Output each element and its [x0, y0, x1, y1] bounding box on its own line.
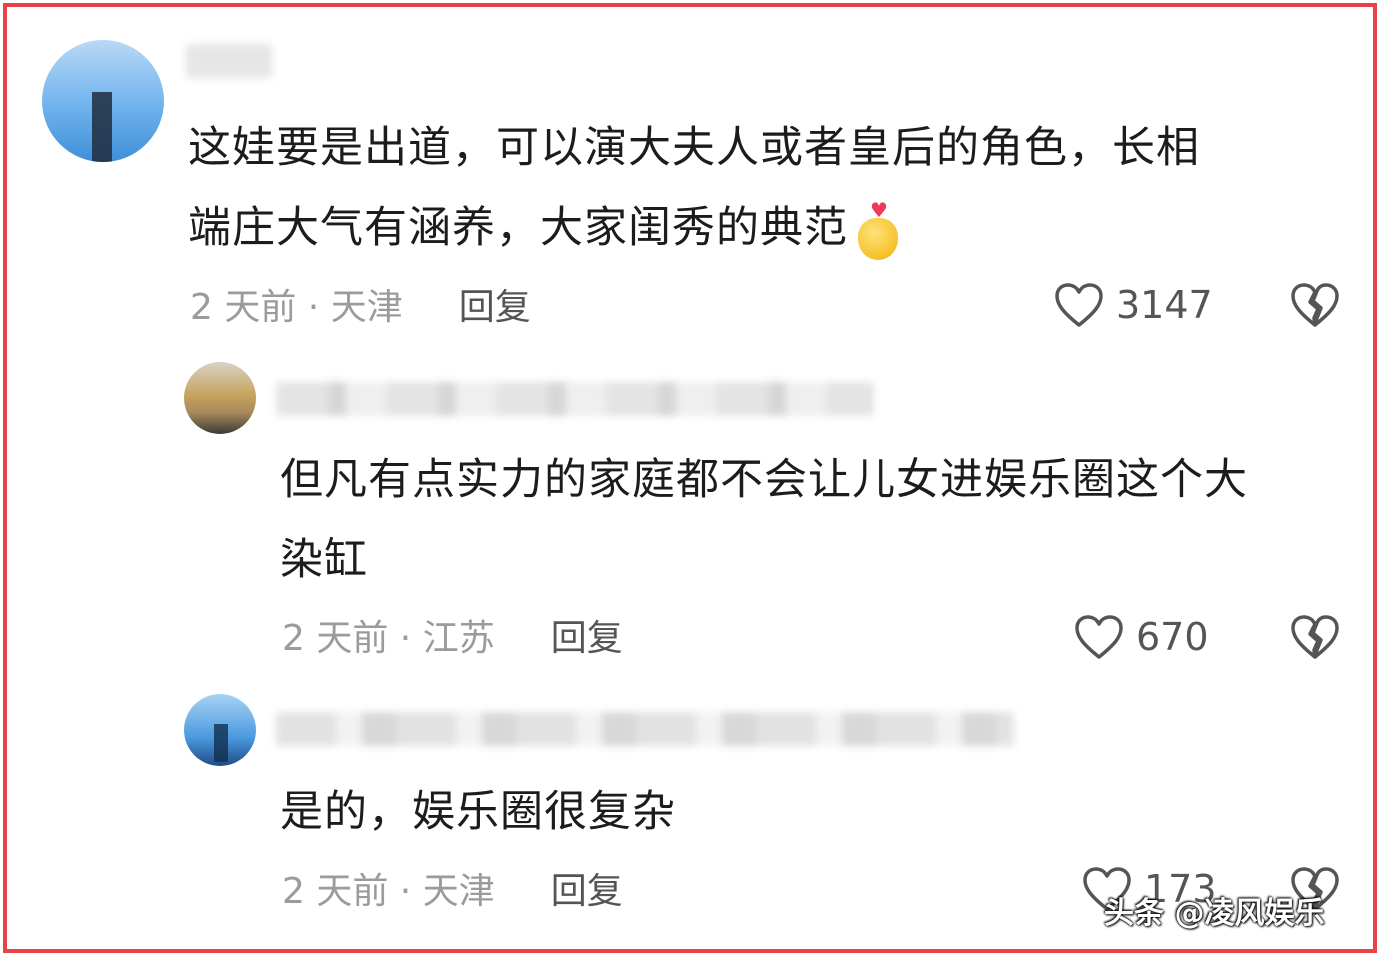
comment-location: 天津 — [330, 287, 403, 328]
meta-separator: · — [388, 618, 423, 659]
comment-meta: 2 天前 · 天津 回复 — [190, 286, 531, 330]
user-avatar[interactable] — [184, 362, 256, 434]
comment-time: 2 天前 — [282, 871, 389, 912]
source-watermark: 头条 @凌风娱乐 — [1104, 896, 1325, 931]
meta-separator: · — [388, 871, 423, 912]
comment-text: 是的，娱乐圈很复杂 — [280, 772, 1280, 852]
like-button[interactable]: 3147 — [1054, 282, 1213, 328]
comment-line: 但凡有点实力的家庭都不会让儿女进娱乐圈这个大 — [280, 455, 1248, 505]
like-count: 3147 — [1116, 283, 1213, 327]
comment-line: 是的，娱乐圈很复杂 — [280, 787, 676, 837]
comment-meta: 2 天前 · 天津 回复 — [282, 870, 623, 914]
comment-time: 2 天前 — [190, 287, 297, 328]
like-count: 670 — [1136, 615, 1209, 659]
heart-outline-icon — [1055, 283, 1103, 327]
dislike-button[interactable] — [1290, 282, 1340, 332]
dislike-button[interactable] — [1290, 614, 1340, 664]
broken-heart-icon — [1291, 283, 1339, 327]
comment-meta: 2 天前 · 江苏 回复 — [282, 617, 623, 661]
user-avatar[interactable] — [42, 40, 164, 162]
comment-line: 染缸 — [280, 535, 368, 585]
comment-text: 这娃要是出道，可以演大夫人或者皇后的角色，长相 端庄大气有涵养，大家闺秀的典范 ♥ — [188, 108, 1318, 268]
comment-line: 这娃要是出道，可以演大夫人或者皇后的角色，长相 — [188, 123, 1200, 173]
like-button[interactable]: 670 — [1074, 614, 1209, 660]
comment-text: 但凡有点实力的家庭都不会让儿女进娱乐圈这个大 染缸 — [280, 440, 1350, 600]
username-blurred[interactable] — [186, 44, 272, 78]
broken-heart-icon — [1291, 615, 1339, 659]
comment-time: 2 天前 — [282, 618, 389, 659]
heart-outline-icon — [1075, 615, 1123, 659]
comment-location: 天津 — [422, 871, 495, 912]
reply-button[interactable]: 回复 — [551, 618, 623, 659]
username-blurred[interactable] — [276, 712, 1014, 746]
username-blurred[interactable] — [276, 382, 874, 416]
user-avatar[interactable] — [184, 694, 256, 766]
comment-line: 端庄大气有涵养，大家闺秀的典范 — [188, 203, 848, 253]
comment-location: 江苏 — [422, 618, 495, 659]
meta-separator: · — [296, 287, 331, 328]
reply-button[interactable]: 回复 — [551, 871, 623, 912]
heart-hands-emoji-icon: ♥ — [856, 200, 900, 262]
reply-button[interactable]: 回复 — [459, 287, 531, 328]
